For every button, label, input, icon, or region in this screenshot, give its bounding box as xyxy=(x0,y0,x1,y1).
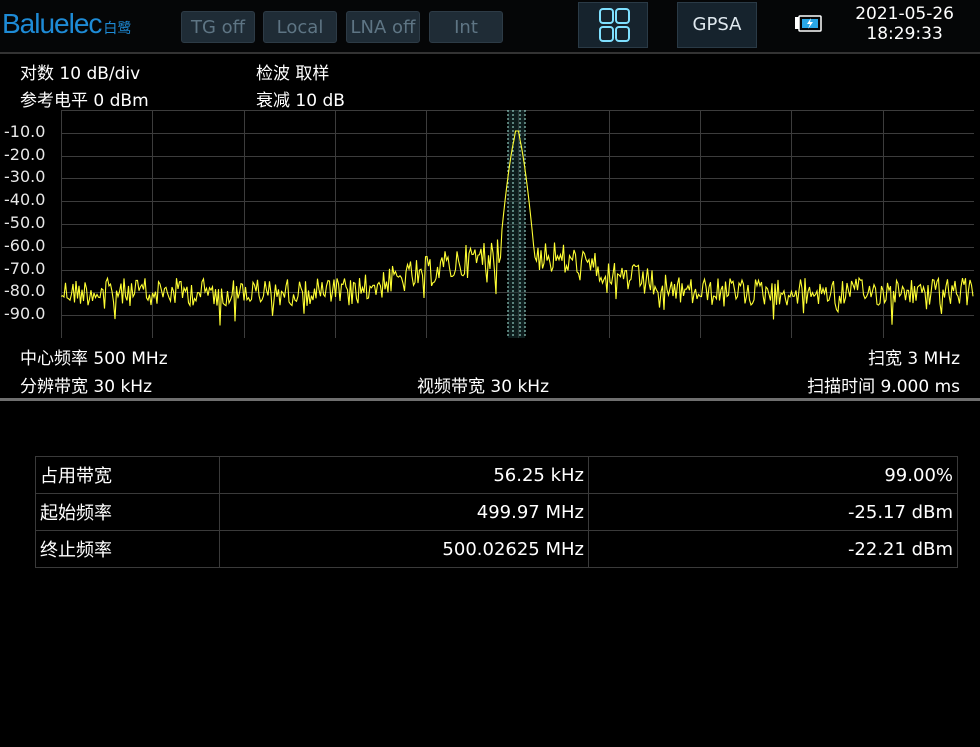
vbw-label: 视频带宽 30 kHz xyxy=(417,377,549,397)
top-divider xyxy=(0,52,980,54)
row-label: 占用带宽 xyxy=(35,456,220,494)
bandwidth-markers xyxy=(507,110,526,338)
scale-label: 对数 10 dB/div xyxy=(20,64,141,84)
battery-charging-icon xyxy=(795,15,822,32)
grid-icon xyxy=(599,8,630,42)
row-value: -22.21 dBm xyxy=(588,530,958,568)
lna-button[interactable]: LNA off xyxy=(346,11,420,43)
row-value: 56.25 kHz xyxy=(219,456,589,494)
row-value: -25.17 dBm xyxy=(588,493,958,531)
local-button[interactable]: Local xyxy=(263,11,337,43)
y-tick-label: -50.0 xyxy=(4,213,46,232)
row-label: 起始频率 xyxy=(35,493,220,531)
center-freq-label: 中心频率 500 MHz xyxy=(20,349,168,369)
y-tick-label: -10.0 xyxy=(4,121,46,141)
attenuation-label: 衰减 10 dB xyxy=(256,91,345,111)
gpsa-label: GPSA xyxy=(692,14,742,35)
mode-menu-button[interactable] xyxy=(578,2,648,48)
brand-name-cn: 白鹭 xyxy=(103,20,132,36)
table-row: 终止频率 500.02625 MHz -22.21 dBm xyxy=(35,530,958,568)
detector-label: 检波 取样 xyxy=(256,64,330,84)
spectrum-graph xyxy=(60,110,975,339)
y-tick-label: -30.0 xyxy=(4,167,46,187)
datetime: 2021-05-26 18:29:33 xyxy=(855,4,954,44)
y-tick-label: -60.0 xyxy=(4,235,46,255)
time: 18:29:33 xyxy=(866,24,943,44)
row-value: 499.97 MHz xyxy=(219,493,589,531)
tg-button[interactable]: TG off xyxy=(181,11,255,43)
rbw-label: 分辨带宽 30 kHz xyxy=(20,377,152,397)
table-row: 起始频率 499.97 MHz -25.17 dBm xyxy=(35,493,958,531)
int-button[interactable]: Int xyxy=(429,11,503,43)
y-tick-label: -70.0 xyxy=(4,258,46,278)
top-bar: Baluelec 白鹭 TG off Local LNA off Int GPSA… xyxy=(0,0,980,52)
table-row: 占用带宽 56.25 kHz 99.00% xyxy=(35,456,958,494)
y-tick-label: -20.0 xyxy=(4,144,46,164)
ref-level-label: 参考电平 0 dBm xyxy=(20,91,149,111)
date: 2021-05-26 xyxy=(855,4,954,24)
row-label: 终止频率 xyxy=(35,530,220,568)
obw-band xyxy=(508,110,525,338)
panel-divider xyxy=(0,398,980,401)
brand-name: Baluelec xyxy=(2,8,102,39)
sweep-time-label: 扫描时间 9.000 ms xyxy=(807,377,960,397)
y-tick-label: -80.0 xyxy=(4,281,46,301)
row-value: 99.00% xyxy=(588,456,958,494)
row-value: 500.02625 MHz xyxy=(219,530,589,568)
span-label: 扫宽 3 MHz xyxy=(868,349,960,369)
gpsa-mode-button[interactable]: GPSA xyxy=(677,2,757,48)
y-tick-label: -40.0 xyxy=(4,190,46,210)
measurement-table: 占用带宽 56.25 kHz 99.00% 起始频率 499.97 MHz -2… xyxy=(35,456,958,568)
y-tick-label: -90.0 xyxy=(4,304,46,324)
brand-logo: Baluelec 白鹭 xyxy=(2,8,131,40)
spectrum-plot[interactable] xyxy=(60,110,975,339)
